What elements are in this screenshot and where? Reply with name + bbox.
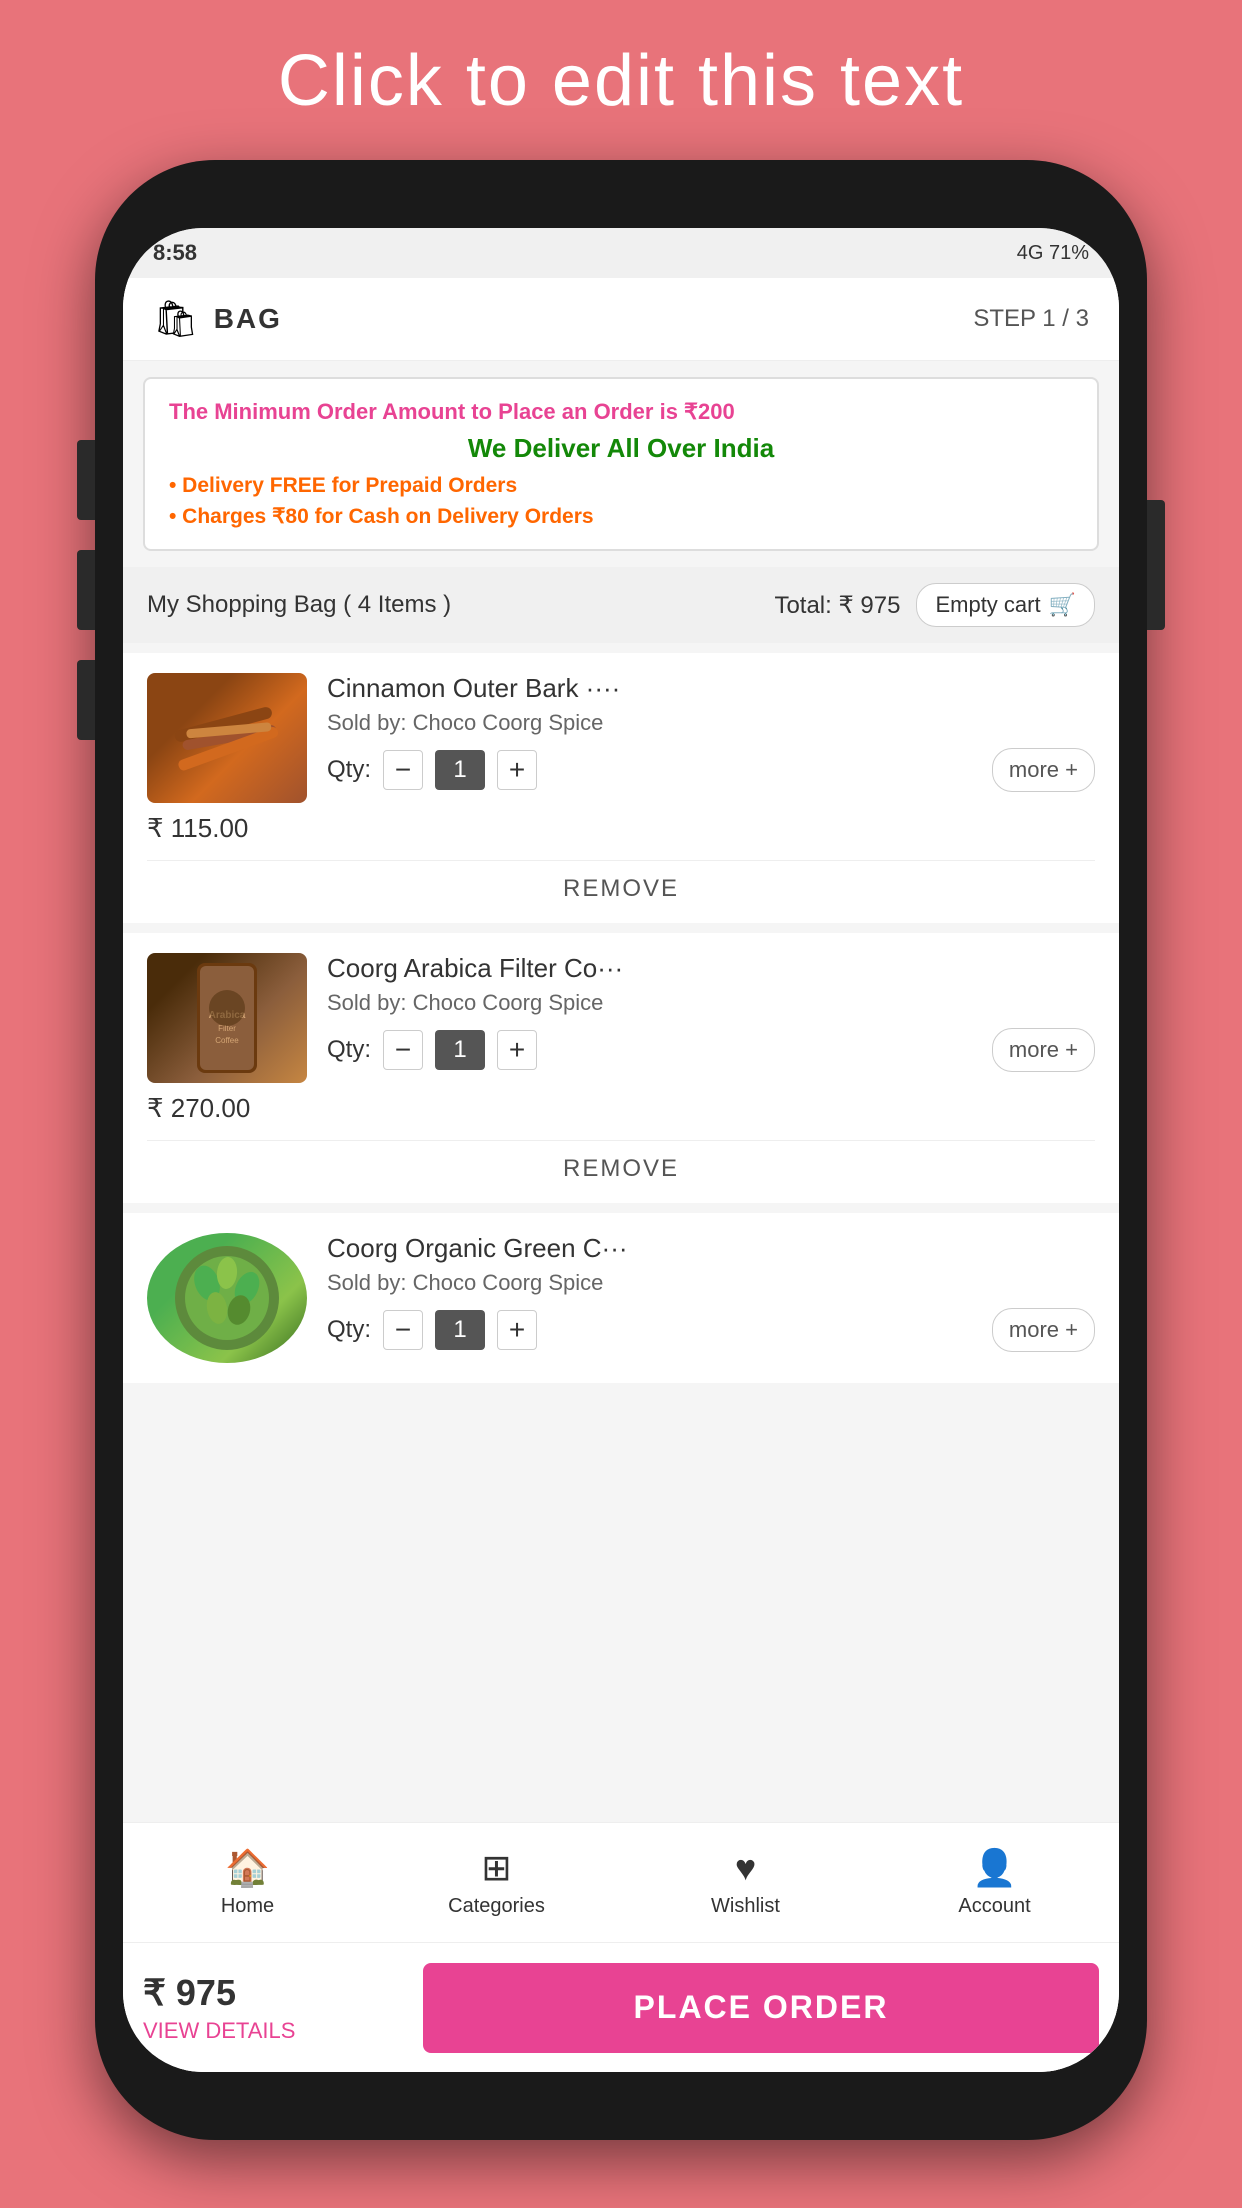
product-row: Arabica Filter Coffee Coorg Arabica Filt… (147, 953, 1095, 1083)
product-details: Coorg Organic Green C··· Sold by: Choco … (327, 1233, 1095, 1363)
product-row: Coorg Organic Green C··· Sold by: Choco … (147, 1233, 1095, 1363)
qty-increase-button[interactable]: + (497, 1310, 537, 1350)
qty-label: Qty: (327, 756, 371, 784)
product-name: Cinnamon Outer Bark ···· (327, 673, 1095, 704)
qty-increase-button[interactable]: + (497, 750, 537, 790)
remove-row: REMOVE (147, 1140, 1095, 1183)
product-card: Coorg Organic Green C··· Sold by: Choco … (123, 1213, 1119, 1383)
remove-button[interactable]: REMOVE (563, 875, 679, 903)
qty-label: Qty: (327, 1316, 371, 1344)
phone-screen: 8:58 4G 71% 🛍 BAG STEP 1 / 3 The Minimum… (123, 228, 1119, 2072)
bag-items-count: My Shopping Bag ( 4 Items ) (147, 591, 451, 619)
wishlist-icon: ♥ (735, 1847, 756, 1889)
qty-value: 1 (435, 1310, 485, 1350)
qty-row: Qty: − 1 + more + (327, 1028, 1095, 1072)
place-order-button[interactable]: PLACE ORDER (423, 1963, 1099, 2053)
nav-categories[interactable]: ⊞ Categories (372, 1847, 621, 1918)
qty-row: Qty: − 1 + more + (327, 748, 1095, 792)
product-image (147, 673, 307, 803)
nav-wishlist[interactable]: ♥ Wishlist (621, 1847, 870, 1918)
bag-summary: My Shopping Bag ( 4 Items ) Total: ₹ 975… (123, 567, 1119, 643)
step-indicator: STEP 1 / 3 (973, 305, 1089, 333)
bottom-price-section: ₹ 975 VIEW DETAILS (123, 1972, 423, 2044)
product-price: ₹ 115.00 (147, 813, 1095, 844)
more-button[interactable]: more + (992, 1028, 1095, 1072)
product-seller: Sold by: Choco Coorg Spice (327, 1270, 1095, 1296)
categories-icon: ⊞ (481, 1847, 511, 1889)
product-row: Cinnamon Outer Bark ···· Sold by: Choco … (147, 673, 1095, 803)
total-price: ₹ 975 (143, 1972, 403, 2014)
bag-title: BAG (214, 303, 282, 335)
banner-free-delivery: • Delivery FREE for Prepaid Orders (169, 474, 1073, 498)
home-icon: 🏠 (225, 1847, 270, 1889)
status-time: 8:58 (153, 240, 197, 266)
page-title[interactable]: Click to edit this text (0, 0, 1242, 152)
product-name: Coorg Arabica Filter Co··· (327, 953, 1095, 984)
product-card: Arabica Filter Coffee Coorg Arabica Filt… (123, 933, 1119, 1203)
qty-decrease-button[interactable]: − (383, 750, 423, 790)
remove-button[interactable]: REMOVE (563, 1155, 679, 1183)
banner-cod-amount: ₹80 (272, 505, 309, 528)
remove-row: REMOVE (147, 860, 1095, 903)
more-button[interactable]: more + (992, 748, 1095, 792)
qty-increase-button[interactable]: + (497, 1030, 537, 1070)
account-icon: 👤 (972, 1847, 1017, 1889)
view-details-link[interactable]: VIEW DETAILS (143, 2018, 403, 2044)
bag-icon: 🛍 (153, 298, 199, 340)
bag-total: Total: ₹ 975 (774, 591, 900, 620)
nav-home[interactable]: 🏠 Home (123, 1847, 372, 1918)
empty-cart-label: Empty cart (935, 592, 1040, 618)
qty-value: 1 (435, 750, 485, 790)
status-bar: 8:58 4G 71% (123, 228, 1119, 278)
bag-summary-right: Total: ₹ 975 Empty cart 🛒 (774, 583, 1095, 627)
app-header: 🛍 BAG STEP 1 / 3 (123, 278, 1119, 361)
app-header-left: 🛍 BAG (153, 298, 282, 340)
product-image: Arabica Filter Coffee (147, 953, 307, 1083)
nav-account-label: Account (958, 1895, 1030, 1918)
svg-text:Coffee: Coffee (215, 1036, 239, 1045)
product-card: Cinnamon Outer Bark ···· Sold by: Choco … (123, 653, 1119, 923)
qty-label: Qty: (327, 1036, 371, 1064)
product-price: ₹ 270.00 (147, 1093, 1095, 1124)
more-button[interactable]: more + (992, 1308, 1095, 1352)
qty-value: 1 (435, 1030, 485, 1070)
product-name: Coorg Organic Green C··· (327, 1233, 1095, 1264)
product-details: Coorg Arabica Filter Co··· Sold by: Choc… (327, 953, 1095, 1083)
product-seller: Sold by: Choco Coorg Spice (327, 990, 1095, 1016)
nav-account[interactable]: 👤 Account (870, 1847, 1119, 1918)
nav-home-label: Home (221, 1895, 274, 1918)
empty-cart-icon: 🛒 (1049, 592, 1076, 618)
bottom-nav: 🏠 Home ⊞ Categories ♥ Wishlist 👤 Account (123, 1822, 1119, 1942)
qty-decrease-button[interactable]: − (383, 1030, 423, 1070)
nav-categories-label: Categories (448, 1895, 545, 1918)
status-right: 4G 71% (1017, 242, 1089, 265)
bottom-bar: ₹ 975 VIEW DETAILS PLACE ORDER (123, 1942, 1119, 2072)
banner-free: FREE (270, 474, 326, 497)
banner-delivery-india: We Deliver All Over India (169, 433, 1073, 464)
nav-wishlist-label: Wishlist (711, 1895, 780, 1918)
info-banner: The Minimum Order Amount to Place an Ord… (143, 377, 1099, 551)
banner-amount: ₹200 (684, 399, 735, 424)
phone-frame: 8:58 4G 71% 🛍 BAG STEP 1 / 3 The Minimum… (95, 160, 1147, 2140)
product-image (147, 1233, 307, 1363)
banner-cod-charges: • Charges ₹80 for Cash on Delivery Order… (169, 504, 1073, 529)
empty-cart-button[interactable]: Empty cart 🛒 (916, 583, 1095, 627)
network-info: 4G 71% (1017, 242, 1089, 265)
banner-min-order: The Minimum Order Amount to Place an Ord… (169, 399, 1073, 425)
app-content: 🛍 BAG STEP 1 / 3 The Minimum Order Amoun… (123, 278, 1119, 2072)
product-details: Cinnamon Outer Bark ···· Sold by: Choco … (327, 673, 1095, 803)
qty-decrease-button[interactable]: − (383, 1310, 423, 1350)
product-seller: Sold by: Choco Coorg Spice (327, 710, 1095, 736)
qty-row: Qty: − 1 + more + (327, 1308, 1095, 1352)
